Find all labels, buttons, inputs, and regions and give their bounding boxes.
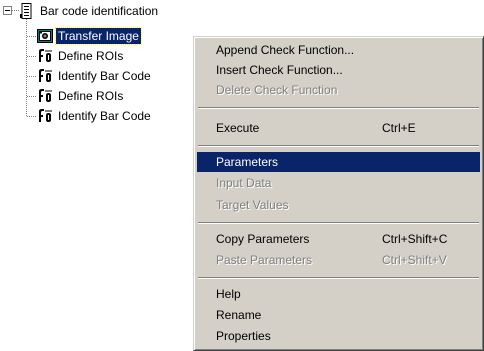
menu-item-label: Copy Parameters [216,232,310,246]
menu-item-label: Target Values [216,198,289,212]
check-function-icon [39,109,52,122]
camera-icon [37,29,53,43]
tree-item-define-rois[interactable]: Define ROIs [37,47,125,65]
menu-separator [198,107,479,109]
menu-item-label: Append Check Function... [216,43,355,57]
tree-item-label: Define ROIs [58,89,124,103]
check-function-icon [39,69,52,82]
menu-item-label: Input Data [216,176,272,190]
menu-item-shortcut: Ctrl+Shift+C [382,232,448,246]
document-icon [20,3,32,19]
check-function-icon [39,49,52,62]
context-menu: Append Check Function... Insert Check Fu… [193,36,484,351]
menu-item-execute[interactable]: Execute Ctrl+E [197,118,480,138]
tree-item-identify-bar-code[interactable]: Identify Bar Code [37,67,153,85]
menu-item-properties[interactable]: Properties [197,326,480,346]
collapse-icon[interactable] [3,6,12,15]
menu-item-delete-check-function[interactable]: Delete Check Function [197,80,480,100]
tree-view: Bar code identification Transfer Image D… [0,0,210,351]
menu-separator [198,222,479,224]
menu-item-shortcut: Ctrl+E [382,121,416,135]
menu-item-rename[interactable]: Rename [197,305,480,325]
menu-item-shortcut: Ctrl+Shift+V [382,253,447,267]
menu-item-label: Parameters [216,155,279,169]
menu-item-copy-parameters[interactable]: Copy Parameters Ctrl+Shift+C [197,229,480,249]
tree-item-define-rois[interactable]: Define ROIs [37,87,125,105]
tree-item-identify-bar-code[interactable]: Identify Bar Code [37,107,153,125]
menu-item-label: Delete Check Function [216,83,338,97]
tree-item-label: Transfer Image [55,27,142,45]
menu-item-label: Paste Parameters [216,253,313,267]
menu-item-parameters[interactable]: Parameters [197,152,480,172]
menu-item-label: Insert Check Function... [216,63,343,77]
menu-item-label: Properties [216,329,271,343]
tree-item-label: Identify Bar Code [58,69,151,83]
tree-item-label: Define ROIs [58,49,124,63]
menu-item-append-check-function[interactable]: Append Check Function... [197,40,480,60]
tree-root[interactable]: Bar code identification [19,2,160,20]
tree-root-label: Bar code identification [40,4,159,18]
menu-item-label: Execute [216,121,260,135]
menu-item-help[interactable]: Help [197,284,480,304]
menu-item-target-values[interactable]: Target Values [197,195,480,215]
menu-item-label: Help [216,287,241,301]
check-function-icon [39,89,52,102]
menu-item-paste-parameters[interactable]: Paste Parameters Ctrl+Shift+V [197,250,480,270]
menu-separator [198,145,479,147]
menu-separator [198,277,479,279]
menu-item-label: Rename [216,308,262,322]
menu-item-input-data[interactable]: Input Data [197,173,480,193]
menu-item-insert-check-function[interactable]: Insert Check Function... [197,60,480,80]
tree-item-transfer-image[interactable]: Transfer Image [37,27,142,45]
tree-item-label: Identify Bar Code [58,109,151,123]
